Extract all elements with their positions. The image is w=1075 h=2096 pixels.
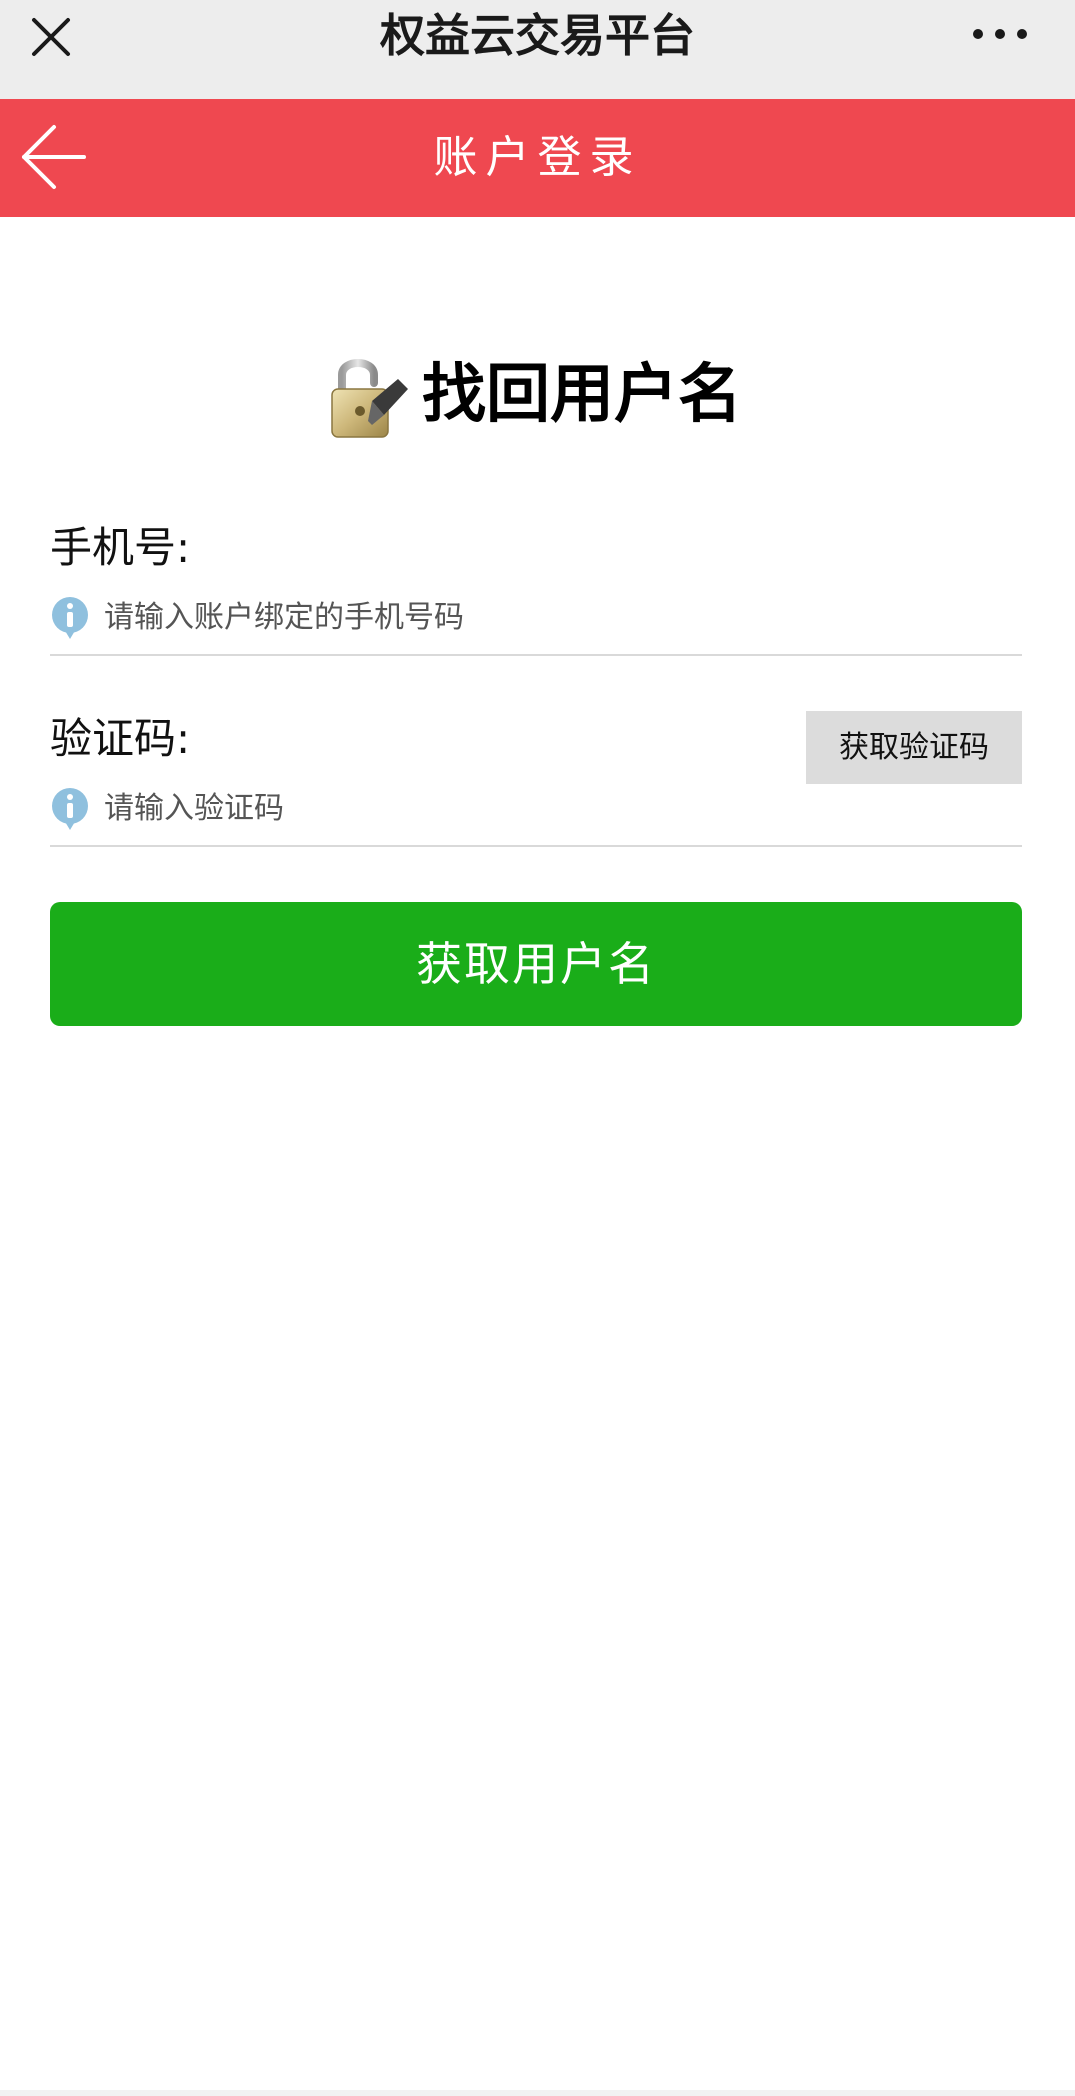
info-icon (52, 597, 88, 639)
info-icon (52, 788, 88, 830)
header-title: 账户登录 (433, 132, 642, 183)
get-username-button[interactable]: 获取用户名 (50, 902, 1022, 1026)
page-title: 找回用户名 (422, 358, 742, 432)
browser-top-bar: 权益云交易平台 (0, 0, 1075, 99)
page-heading: 找回用户名 (328, 345, 742, 445)
lock-icon (331, 359, 408, 438)
phone-label: 手机号: (50, 523, 191, 572)
phone-placeholder: 请输入账户绑定的手机号码 (104, 600, 464, 635)
code-input[interactable]: 请输入验证码 (50, 786, 284, 832)
get-code-button[interactable]: 获取验证码 (806, 711, 1022, 784)
more-icon[interactable] (970, 22, 1030, 46)
code-label: 验证码: (50, 714, 191, 763)
browser-title: 权益云交易平台 (379, 9, 695, 62)
page-header: 账户登录 (0, 99, 1075, 217)
code-divider (50, 845, 1022, 847)
code-placeholder: 请输入验证码 (104, 791, 284, 826)
phone-divider (50, 654, 1022, 656)
bottom-edge (0, 2090, 1075, 2096)
phone-input[interactable]: 请输入账户绑定的手机号码 (50, 595, 464, 641)
